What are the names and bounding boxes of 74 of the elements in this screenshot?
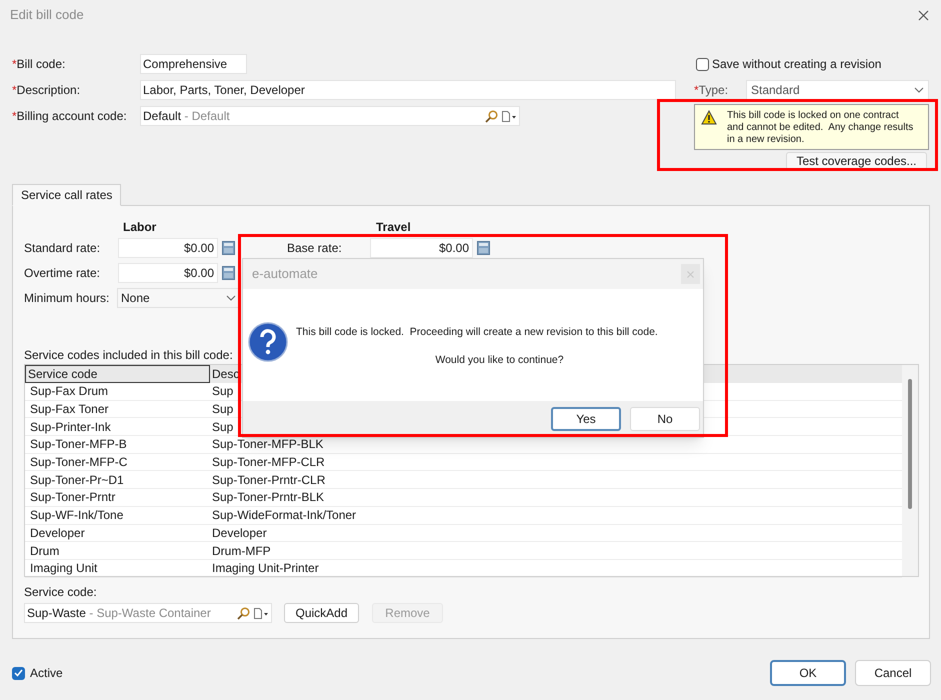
warning-text: This bill code is locked on one contract and cannot be edited. Any change results in a new revision. — [727, 110, 914, 146]
table-cell-text: Sup-Fax Drum — [30, 383, 108, 400]
checkbox-label: Active — [30, 665, 63, 682]
field-label: Service code: — [24, 584, 98, 599]
table-cell-text: Sup-Toner-MFP-BLK — [212, 436, 324, 454]
dialog-button[interactable]: No — [630, 407, 700, 431]
currency-field[interactable]: $0.00 — [118, 263, 218, 283]
chevron-down-icon[interactable] — [914, 87, 924, 93]
section-heading: Travel — [376, 219, 411, 234]
text-field[interactable]: Comprehensive — [140, 54, 247, 74]
window-title: Edit bill code — [10, 6, 84, 24]
question-icon — [248, 322, 288, 362]
table-cell-text: Developer — [212, 524, 267, 542]
dialog-button[interactable]: OK — [770, 660, 846, 686]
table-cell-text: Imaging Unit-Printer — [212, 560, 319, 578]
field-label: Overtime rate: — [24, 265, 102, 282]
field-label: *Description: — [12, 82, 82, 99]
table-cell-text: Sup-Toner-Prntr-CLR — [212, 472, 326, 489]
dialog-title: e-automate — [252, 265, 318, 284]
lookup-field[interactable]: Sup-Waste - Sup-Waste Container — [24, 603, 272, 623]
tab[interactable]: Service call rates — [12, 184, 122, 206]
dialog-question: Would you like to continue? — [435, 352, 564, 368]
document-dropdown-icon[interactable] — [253, 606, 269, 620]
table-cell-text: Drum — [30, 542, 60, 560]
dialog-message: This bill code is locked. Proceeding will create a new revision to this bill code. — [296, 325, 659, 340]
scrollbar[interactable] — [902, 365, 918, 576]
quickadd-button[interactable]: QuickAdd — [284, 603, 359, 623]
chevron-down-icon[interactable] — [226, 295, 236, 301]
field-label: *Type: — [694, 82, 730, 99]
table-cell-text: Imaging Unit — [30, 560, 98, 578]
table-cell-text: Sup — [212, 401, 234, 418]
dialog-button[interactable]: Cancel — [855, 660, 931, 686]
field-label: *Bill code: — [12, 56, 66, 73]
table-cell-text: Developer — [30, 524, 85, 542]
column-header[interactable]: Desc — [212, 365, 240, 383]
field-label: Standard rate: — [24, 240, 102, 257]
table-cell-text: Sup-Toner-Prntr — [30, 489, 116, 506]
table-cell-text: Sup-Toner-MFP-CLR — [212, 454, 325, 472]
table-cell-text: Sup-Toner-MFP-B — [30, 436, 127, 454]
document-dropdown-icon[interactable] — [501, 110, 517, 122]
text-field[interactable]: Labor, Parts, Toner, Developer — [140, 80, 676, 100]
field-label: Base rate: — [287, 240, 343, 257]
field-label: Minimum hours: — [24, 290, 110, 307]
search-icon[interactable] — [485, 110, 498, 122]
table-cell-text: Sup-WF-Ink/Tone — [30, 507, 124, 524]
section-heading: Labor — [123, 220, 156, 234]
table-cell-text: Sup — [212, 418, 234, 436]
table-cell-text: Sup-Toner-Prntr-BLK — [212, 489, 324, 506]
calculator-icon[interactable] — [222, 266, 235, 280]
hours-dropdown[interactable]: None — [117, 288, 240, 308]
checkbox-checked[interactable] — [12, 666, 25, 680]
field-label: *Billing account code: — [12, 108, 128, 125]
table-cell-text: Sup-Fax Toner — [30, 401, 108, 418]
table-cell-text: Drum-MFP — [212, 542, 271, 560]
calculator-icon[interactable] — [222, 241, 235, 255]
table-cell-text: Sup — [212, 383, 234, 400]
list-caption: Service codes included in this bill code: — [24, 347, 233, 362]
lookup-field[interactable]: Default - Default — [140, 106, 520, 126]
table-cell-text: Sup-Toner-Pr~D1 — [30, 472, 124, 489]
checkbox-label: Save without creating a revision — [712, 56, 882, 73]
table-cell-text: Sup-Printer-Ink — [30, 418, 111, 436]
search-icon[interactable] — [237, 606, 250, 620]
calculator-icon[interactable] — [477, 241, 490, 255]
close-icon[interactable] — [918, 10, 929, 20]
warning-icon — [701, 110, 717, 125]
currency-field[interactable]: $0.00 — [118, 238, 218, 258]
close-icon — [687, 270, 694, 278]
table-cell-text: Sup-Toner-MFP-C — [30, 454, 128, 472]
checkbox[interactable] — [696, 58, 709, 70]
table-cell-text: Sup-WideFormat-Ink/Toner — [212, 507, 356, 524]
dialog-button[interactable]: Yes — [551, 407, 621, 431]
type-dropdown[interactable]: Standard — [746, 80, 929, 100]
remove-button: Remove — [372, 603, 443, 623]
currency-field[interactable]: $0.00 — [370, 238, 473, 258]
